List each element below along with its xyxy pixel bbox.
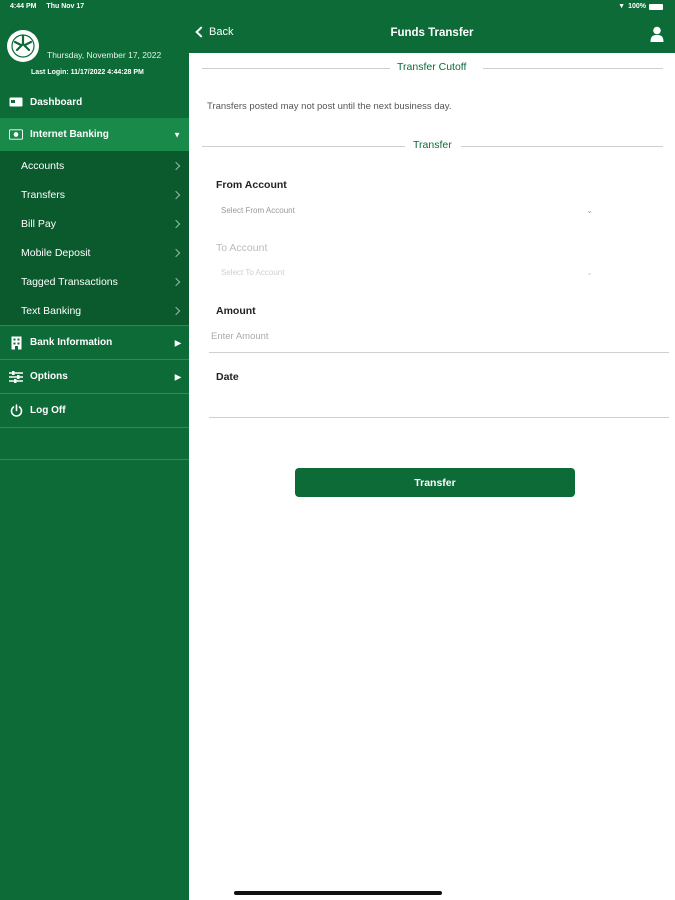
battery-icon: [649, 3, 663, 10]
profile-block: Thursday, November 17, 2022 Last Login: …: [0, 28, 189, 88]
divider-line: [202, 68, 390, 69]
sidebar-nav: Dashboard Internet Banking ▼ Accounts Tr…: [0, 86, 189, 460]
sidebar-item-accounts[interactable]: Accounts: [0, 151, 189, 180]
amount-underline: [209, 352, 669, 353]
divider-line: [483, 68, 663, 69]
sidebar-item-transfers[interactable]: Transfers: [0, 180, 189, 209]
sidebar-item-label: Mobile Deposit: [21, 246, 91, 259]
to-account-select[interactable]: Select To Account ⌄: [221, 268, 593, 277]
status-time: 4:44 PM: [10, 3, 37, 10]
divider-line: [461, 146, 663, 147]
profile-date: Thursday, November 17, 2022: [47, 50, 162, 60]
sidebar: 4:44 PM Thu Nov 17 Thursday, November 17…: [0, 0, 189, 900]
sidebar-empty-row: [0, 427, 189, 460]
sidebar-item-internet-banking[interactable]: Internet Banking ▼: [0, 118, 189, 151]
chevron-right-icon: [171, 306, 181, 315]
top-header: ▼ 100% Back Funds Transfer: [189, 0, 675, 53]
from-account-label: From Account: [216, 179, 287, 191]
page-title: Funds Transfer: [390, 27, 474, 39]
user-profile-icon[interactable]: [650, 26, 664, 42]
transfer-button[interactable]: Transfer: [295, 468, 575, 497]
section-title-cutoff: Transfer Cutoff: [394, 61, 470, 73]
from-account-placeholder: Select From Account: [221, 206, 295, 215]
caret-down-icon: ▼: [173, 130, 181, 139]
sidebar-item-label: Internet Banking: [30, 129, 109, 140]
sidebar-item-label: Dashboard: [30, 96, 83, 108]
sidebar-item-text-banking[interactable]: Text Banking: [0, 296, 189, 325]
building-icon: [9, 336, 23, 350]
cutoff-notice: Transfers posted may not post until the …: [207, 101, 452, 112]
caret-right-icon: ▶: [174, 372, 181, 381]
sidebar-item-label: Log Off: [30, 405, 66, 416]
chevron-right-icon: [171, 161, 181, 170]
sidebar-item-label: Bank Information: [30, 337, 113, 348]
sidebar-item-bank-information[interactable]: Bank Information ▶: [0, 325, 189, 359]
sidebar-item-options[interactable]: Options ▶: [0, 359, 189, 393]
from-account-select[interactable]: Select From Account ⌄: [221, 206, 593, 215]
to-account-label: To Account: [216, 242, 268, 254]
bank-card-icon: [9, 128, 23, 142]
sidebar-item-bill-pay[interactable]: Bill Pay: [0, 209, 189, 238]
chevron-right-icon: [171, 248, 181, 257]
date-label: Date: [216, 371, 239, 383]
power-icon: [9, 404, 23, 418]
caret-right-icon: ▶: [174, 338, 181, 347]
chevron-right-icon: [171, 219, 181, 228]
bank-logo-icon: [7, 30, 39, 62]
section-title-transfer: Transfer: [410, 139, 455, 151]
sidebar-item-log-off[interactable]: Log Off: [0, 393, 189, 427]
sidebar-item-label: Accounts: [21, 159, 65, 172]
chevron-down-icon: ⌄: [586, 268, 593, 277]
amount-label: Amount: [216, 305, 256, 317]
to-account-placeholder: Select To Account: [221, 268, 285, 277]
amount-input[interactable]: [211, 331, 511, 342]
sidebar-item-tagged-transactions[interactable]: Tagged Transactions: [0, 267, 189, 296]
funds-transfer-content: Transfer Cutoff Transfers posted may not…: [189, 53, 675, 900]
last-login: Last Login: 11/17/2022 4:44:28 PM: [31, 69, 144, 76]
status-day: Thu Nov 17: [46, 3, 85, 10]
wifi-icon: ▼: [618, 3, 626, 10]
chevron-right-icon: [171, 277, 181, 286]
sidebar-item-dashboard[interactable]: Dashboard: [0, 86, 189, 118]
status-bar-left: 4:44 PM Thu Nov 17: [10, 3, 92, 10]
sidebar-item-label: Tagged Transactions: [21, 275, 118, 288]
sidebar-item-label: Text Banking: [21, 304, 82, 317]
date-underline: [209, 417, 669, 418]
sidebar-item-mobile-deposit[interactable]: Mobile Deposit: [0, 238, 189, 267]
sidebar-item-label: Bill Pay: [21, 217, 57, 230]
internet-banking-submenu: Accounts Transfers Bill Pay Mobile Depos…: [0, 151, 189, 325]
chevron-right-icon: [171, 190, 181, 199]
home-indicator: [234, 891, 442, 895]
dashboard-icon: [9, 95, 23, 109]
section-divider-cutoff: Transfer Cutoff: [202, 61, 663, 75]
battery-percent: 100%: [628, 3, 646, 10]
chevron-down-icon: ⌄: [586, 206, 593, 215]
sidebar-item-label: Options: [30, 371, 68, 382]
date-input[interactable]: [211, 393, 669, 417]
sliders-icon: [9, 370, 23, 384]
sidebar-item-label: Transfers: [21, 188, 65, 201]
section-divider-transfer: Transfer: [202, 139, 663, 153]
divider-line: [202, 146, 405, 147]
status-bar-right: ▼ 100%: [618, 3, 663, 10]
